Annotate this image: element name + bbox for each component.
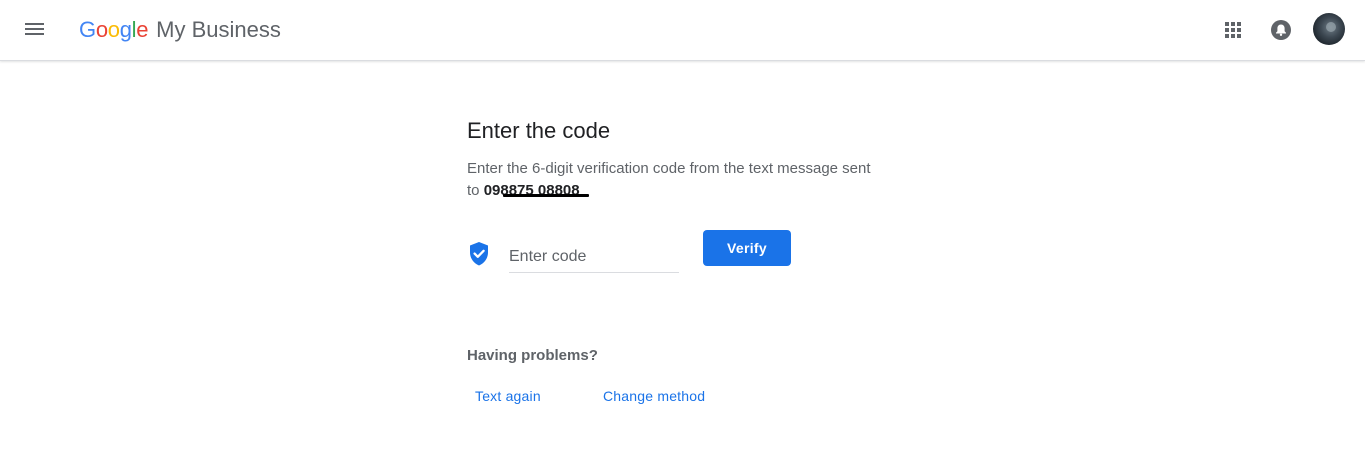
phone-number: 098875 08808 (484, 182, 589, 199)
verification-description: Enter the 6-digit verification code from… (467, 158, 887, 202)
verification-code-input[interactable] (509, 242, 679, 273)
redaction-strike (502, 194, 589, 197)
product-name: My Business (156, 17, 281, 42)
page-title: Enter the code (467, 118, 611, 143)
google-my-business-logo[interactable]: Google My Business (79, 16, 281, 44)
hamburger-menu-icon[interactable] (22, 17, 48, 43)
verified-shield-icon (467, 241, 491, 267)
having-problems-heading: Having problems? (467, 347, 598, 364)
verify-button[interactable]: Verify (703, 230, 791, 266)
change-method-link[interactable]: Change method (603, 388, 705, 404)
user-avatar[interactable] (1313, 13, 1345, 45)
apps-grid-icon[interactable] (1222, 19, 1244, 41)
text-again-link[interactable]: Text again (475, 388, 541, 404)
notification-bell-icon[interactable] (1270, 19, 1292, 41)
google-wordmark: Google (79, 17, 149, 42)
top-app-bar: Google My Business (0, 0, 1365, 61)
